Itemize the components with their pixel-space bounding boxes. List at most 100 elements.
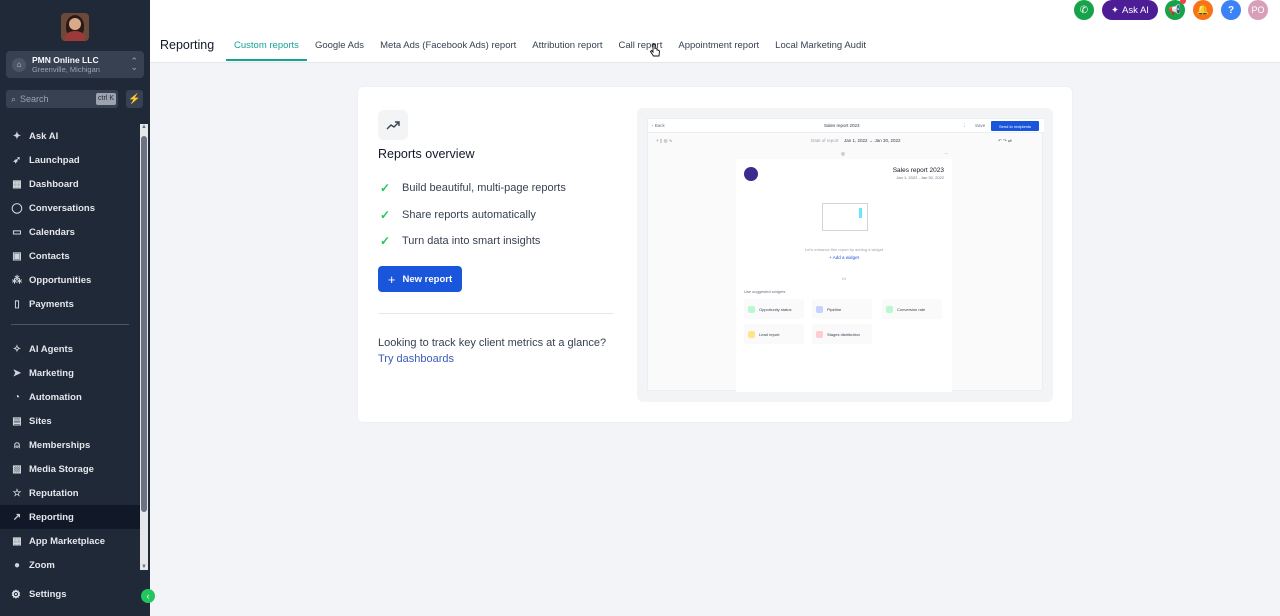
sidebar-item-label: Opportunities	[29, 274, 92, 286]
account-name: PMN Online LLC	[32, 54, 99, 65]
notification-dot	[1180, 0, 1186, 4]
tab-appointment-report[interactable]: Appointment report	[670, 30, 767, 61]
sidebar-item-label: Contacts	[29, 250, 70, 262]
scrollbar-thumb[interactable]	[141, 136, 147, 512]
chip-icon	[816, 330, 823, 338]
trend-up-icon	[378, 110, 408, 140]
sidebar-item-contacts[interactable]: ▣ Contacts	[0, 244, 140, 268]
preview-date-label: Date of report	[811, 138, 839, 143]
ask-ai-label: Ask AI	[1122, 4, 1149, 16]
sidebar-item-reporting[interactable]: ↗ Reporting	[0, 505, 140, 529]
preview-report-name: Sales report 2023	[824, 123, 860, 128]
sidebar-item-sites[interactable]: ▤ Sites	[0, 409, 140, 433]
preview-suggested-chip: Pipeline	[812, 299, 872, 319]
sidebar-item-label: Dashboard	[29, 178, 79, 190]
search-input[interactable]: ⌕ Search ctrl K	[6, 90, 118, 108]
tab-meta-ads-facebook-ads-report[interactable]: Meta Ads (Facebook Ads) report	[372, 30, 524, 61]
ask-ai-button[interactable]: ✦ Ask AI	[1102, 0, 1158, 20]
divider	[378, 313, 614, 314]
collapse-sidebar-icon[interactable]: ‹	[141, 589, 155, 603]
sidebar-item-label: Launchpad	[29, 154, 80, 166]
preview-hint: Let's enhance this report by adding a wi…	[804, 247, 884, 252]
trend-icon: ↗	[12, 511, 22, 523]
card-title: Reports overview	[378, 147, 475, 161]
user-initials: PO	[1251, 5, 1265, 15]
sidebar-item-launchpad[interactable]: ➶ Launchpad	[0, 148, 140, 172]
search-shortcut: ctrl K	[96, 93, 116, 105]
tab-google-ads[interactable]: Google Ads	[307, 30, 372, 61]
tab-custom-reports[interactable]: Custom reports	[226, 30, 307, 61]
tab-call-report[interactable]: Call report	[611, 30, 671, 61]
preview-suggested-chip: Conversion rate	[882, 299, 942, 319]
location-logo[interactable]	[61, 13, 89, 41]
preview-save: Save	[975, 123, 986, 128]
try-dashboards-link[interactable]: Try dashboards	[378, 353, 454, 365]
help-icon[interactable]: ?	[1221, 0, 1241, 20]
building-icon: ⌂	[12, 57, 26, 72]
memberships-icon: ⍝	[14, 439, 20, 451]
sidebar-item-settings[interactable]: ⚙ Settings	[0, 582, 140, 606]
preview-toolbar-icons: + ▯ ◎ ∿	[656, 138, 673, 143]
sidebar-item-label: Memberships	[29, 439, 91, 451]
sidebar-scrollbar[interactable]: ▲ ▼	[140, 124, 148, 570]
sidebar-item-label: Zoom	[29, 559, 55, 571]
sidebar-item-reputation[interactable]: ☆ Reputation	[0, 481, 140, 505]
check-icon: ✓	[379, 208, 391, 222]
report-tabs: Custom reports Google Ads Meta Ads (Facebo…	[226, 30, 874, 61]
benefit-text: Turn data into smart insights	[402, 235, 541, 247]
preview-suggested-chip: Lead report	[744, 324, 804, 344]
sidebar-item-label: Marketing	[29, 367, 74, 379]
quick-actions-bolt-icon[interactable]: ⚡	[126, 90, 143, 108]
user-avatar[interactable]: PO	[1248, 0, 1268, 20]
sidebar-item-dashboard[interactable]: ▦ Dashboard	[0, 172, 140, 196]
chip-label: Lead report	[759, 331, 780, 337]
scroll-down-icon[interactable]: ▼	[140, 564, 148, 570]
sidebar-item-payments[interactable]: ▯ Payments	[0, 292, 140, 316]
check-icon: ✓	[379, 181, 391, 195]
tab-local-marketing-audit[interactable]: Local Marketing Audit	[767, 30, 874, 61]
opportunities-icon: ⁂	[12, 274, 22, 286]
chip-label: Opportunity status	[759, 306, 792, 312]
sidebar-item-label: Ask AI	[29, 130, 59, 142]
reports-overview-card: Reports overview ✓ Build beautiful, mult…	[357, 86, 1073, 423]
sparkle-icon: ✦	[1111, 4, 1120, 16]
preview-suggested-chip: Stages distribution	[812, 324, 872, 344]
chip-label: Conversion rate	[897, 306, 926, 312]
sidebar-item-ask-ai[interactable]: ✦ Ask AI	[0, 124, 140, 148]
chip-icon	[886, 305, 893, 313]
preview-page-title: Sales report 2023	[892, 167, 944, 174]
sidebar-item-app-marketplace[interactable]: ▦ App Marketplace	[0, 529, 140, 553]
chip-label: Pipeline	[827, 306, 842, 312]
sidebar-item-ai-agents[interactable]: ✧ AI Agents	[0, 337, 140, 361]
sidebar-item-media-storage[interactable]: ▨ Media Storage	[0, 457, 140, 481]
sidebar: ⌂ PMN Online LLC Greenville, Michigan ⌃ ⌄…	[0, 0, 150, 616]
chip-icon	[748, 305, 755, 313]
account-switcher[interactable]: ⌂ PMN Online LLC Greenville, Michigan ⌃ ⌄	[6, 51, 144, 78]
ai-agents-icon: ✧	[12, 343, 22, 355]
benefit-item: ✓ Share reports automatically	[378, 208, 536, 222]
sidebar-item-zoom[interactable]: ● Zoom	[0, 553, 140, 577]
sidebar-item-label: AI Agents	[29, 343, 73, 355]
sidebar-item-opportunities[interactable]: ⁂ Opportunities	[0, 268, 140, 292]
sidebar-item-calendars[interactable]: ▭ Calendars	[0, 220, 140, 244]
sidebar-item-marketing[interactable]: ➤ Marketing	[0, 361, 140, 385]
scroll-up-icon[interactable]: ▲	[140, 124, 148, 130]
bell-icon[interactable]: 🔔	[1193, 0, 1213, 20]
preview-add-widget: + Add a widget	[829, 255, 859, 260]
sidebar-item-label: Automation	[29, 391, 82, 403]
megaphone-icon[interactable]: 📢	[1165, 0, 1186, 20]
preview-page-sub: Jan 1, 2022 - Jan 30, 2022	[896, 175, 944, 180]
calendar-icon: ▭	[12, 226, 22, 238]
chip-icon	[748, 330, 755, 338]
sidebar-item-label: Reporting	[29, 511, 74, 523]
sidebar-item-memberships[interactable]: ⍝ Memberships	[0, 433, 140, 457]
sidebar-item-label: Payments	[29, 298, 74, 310]
preview-back: ‹ Back	[652, 123, 665, 128]
benefit-text: Share reports automatically	[402, 209, 536, 221]
tab-attribution-report[interactable]: Attribution report	[524, 30, 610, 61]
new-report-button[interactable]: + New report	[378, 266, 462, 292]
sidebar-item-conversations[interactable]: ◯ Conversations	[0, 196, 140, 220]
sidebar-item-automation[interactable]: ◔ Automation	[0, 385, 140, 409]
sidebar-item-label: Calendars	[29, 226, 75, 238]
phone-icon[interactable]: ✆	[1074, 0, 1094, 20]
